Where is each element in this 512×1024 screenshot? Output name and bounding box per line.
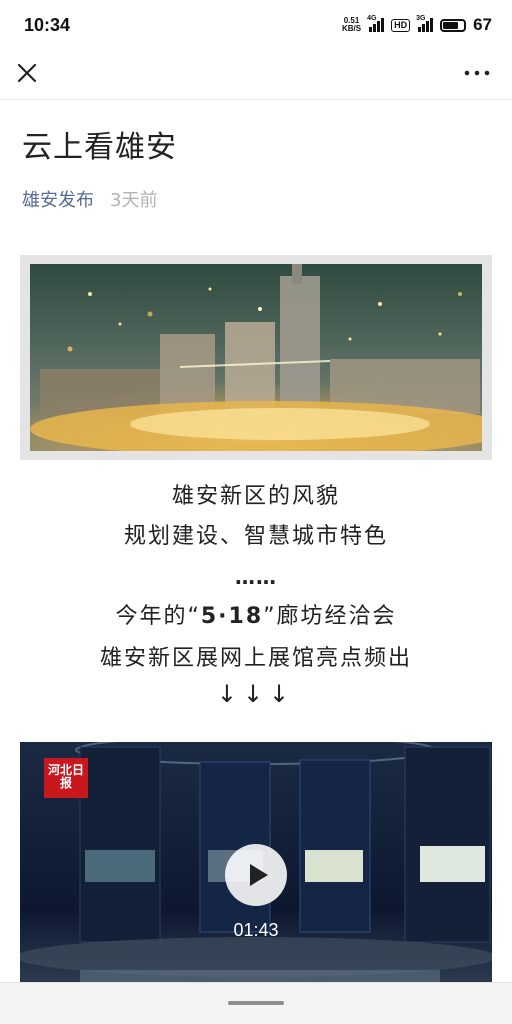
newspaper-logo: 河北日报 — [44, 758, 88, 798]
video-duration: 01:43 — [233, 920, 279, 940]
network-speed: 0.51 KB/S — [341, 16, 362, 33]
hd-badge: HD — [391, 18, 411, 32]
hero-image[interactable] — [20, 255, 492, 460]
article-meta: 雄安发布 3天前 — [22, 186, 157, 212]
battery-icon — [440, 18, 467, 32]
close-icon — [17, 63, 37, 83]
author-link[interactable]: 雄安发布 — [22, 186, 94, 212]
body-line-2: 规划建设、智慧城市特色 — [123, 524, 388, 549]
status-icons: 0.51 KB/S 4G HD 3G 67 — [342, 15, 492, 35]
status-time: 10:34 — [24, 14, 71, 35]
close-button[interactable] — [12, 58, 42, 88]
play-button[interactable] — [225, 844, 287, 906]
video-player[interactable]: 河北日报 01:43 — [20, 742, 492, 982]
city-night-image — [30, 264, 482, 451]
signal-4g-icon: 4G — [367, 15, 385, 32]
bottom-bar — [0, 982, 512, 1024]
body-line-1: 雄安新区的风貌 — [171, 484, 340, 509]
more-icon — [464, 70, 490, 76]
more-button[interactable] — [462, 58, 492, 88]
article-title: 云上看雄安 — [22, 130, 177, 165]
battery-level: 67 — [473, 15, 492, 34]
down-arrows: ↓↓↓ — [216, 680, 296, 708]
body-line-3: …… — [235, 565, 277, 589]
publish-time: 3天前 — [110, 190, 158, 211]
status-bar: 10:34 0.51 KB/S 4G HD 3G 67 — [0, 0, 512, 50]
body-line-5: 雄安新区展网上展馆亮点频出 — [99, 646, 412, 671]
nav-bar — [0, 50, 512, 100]
signal-3g-icon: 3G — [416, 15, 434, 32]
home-indicator[interactable] — [228, 1001, 284, 1005]
body-line-4: 今年的“5·18”廊坊经洽会 — [115, 604, 397, 629]
